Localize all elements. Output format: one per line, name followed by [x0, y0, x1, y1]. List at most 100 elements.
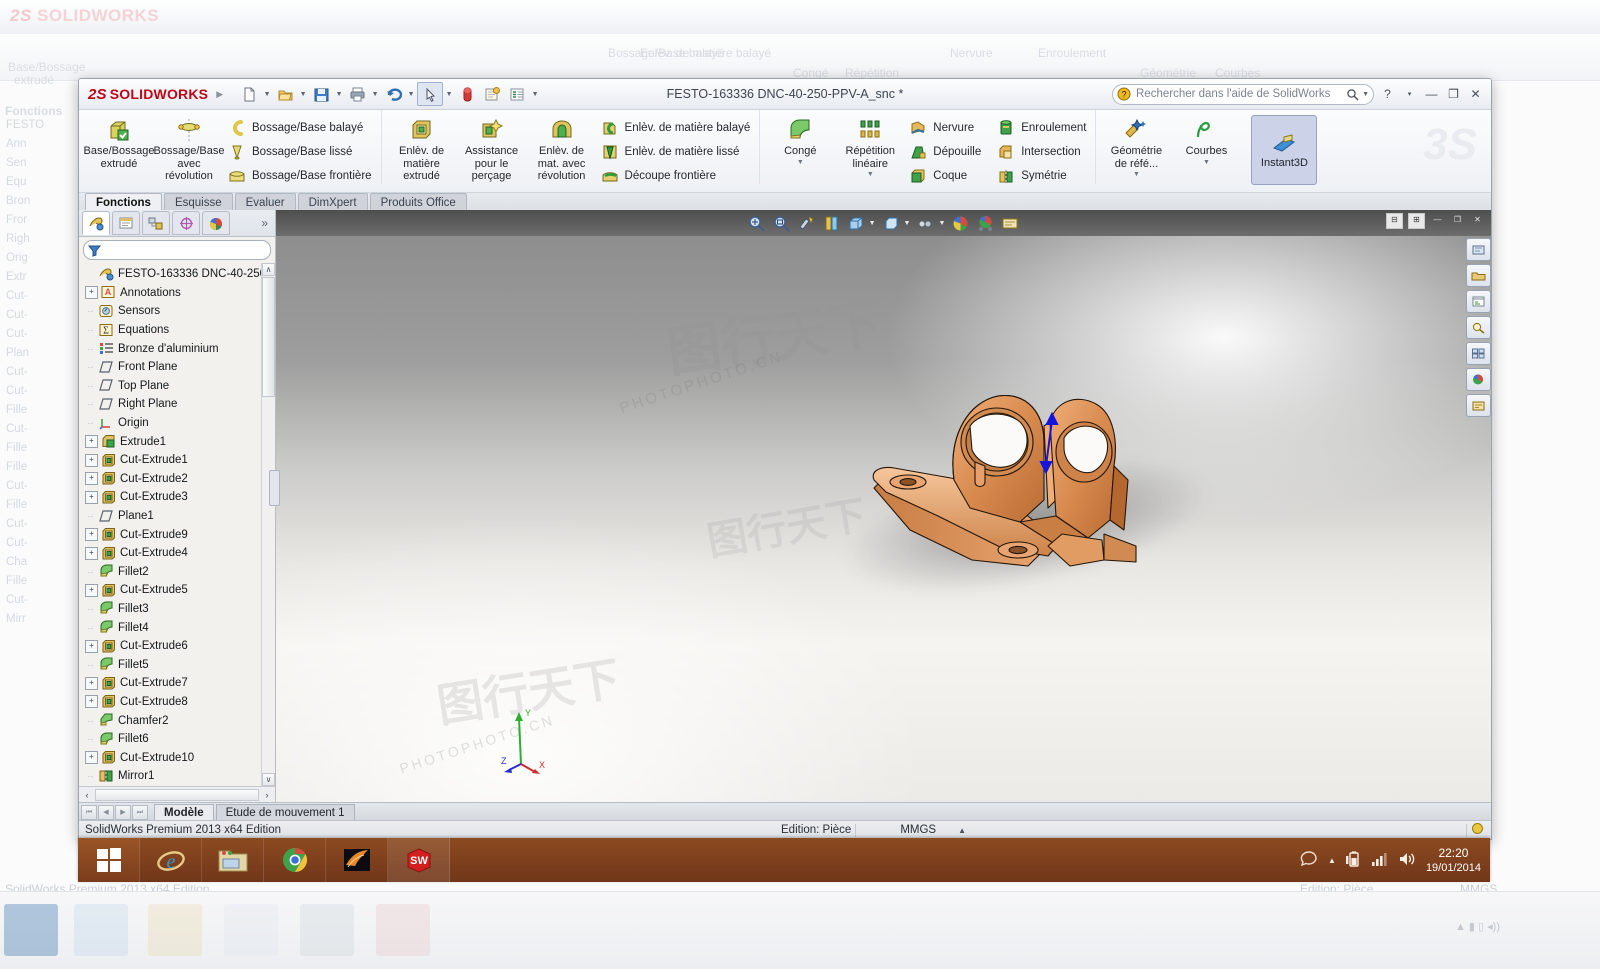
nav-next-button[interactable]: ▶: [115, 804, 131, 820]
feature-tree-scroll-up[interactable]: ∧: [262, 263, 275, 276]
feature-tree-expander[interactable]: +: [85, 751, 98, 765]
instant3d-button[interactable]: Instant3D: [1251, 115, 1318, 185]
boundary-boss-button[interactable]: Bossage/Base frontière: [224, 164, 376, 188]
feature-tree-item[interactable]: + Cut-Extrude4: [79, 544, 275, 563]
restore-button[interactable]: ❐: [1445, 87, 1462, 101]
display-style-caret-icon[interactable]: ▼: [869, 220, 876, 227]
3d-viewport[interactable]: Y X Z 图行天下 PHOTOPHOTO.CN 图行天下 PHOTOPHOTO…: [276, 236, 1491, 803]
feature-manager-more-tabs[interactable]: »: [261, 216, 272, 230]
edit-appearance-caret-icon[interactable]: ▼: [938, 220, 945, 227]
curves-dropdown-icon[interactable]: ▼: [1203, 159, 1210, 166]
feature-tree-item[interactable]: ·· Fillet5: [79, 655, 275, 674]
lofted-boss-button[interactable]: Bossage/Base lissé: [224, 140, 376, 164]
menu-expander-icon[interactable]: ▶: [216, 89, 223, 100]
feature-tree-item[interactable]: + Cut-Extrude5: [79, 581, 275, 600]
feature-tree-item[interactable]: + Cut-Extrude1: [79, 451, 275, 470]
feature-tree-item[interactable]: + Cut-Extrude9: [79, 525, 275, 544]
panel-splitter-handle[interactable]: [269, 470, 280, 506]
view-orientation-icon[interactable]: [822, 214, 841, 233]
zoom-to-area-icon[interactable]: [772, 214, 791, 233]
help-button[interactable]: ?: [1379, 87, 1396, 101]
nav-first-button[interactable]: ⏮: [81, 804, 97, 820]
feature-tree-scrollbar[interactable]: ∧ ∨: [261, 263, 275, 786]
save-icon[interactable]: [309, 83, 333, 105]
linear-pattern-dropdown-icon[interactable]: ▼: [867, 171, 874, 178]
feature-tree-expander[interactable]: +: [85, 695, 98, 709]
search-panel-icon[interactable]: [1465, 316, 1491, 339]
feature-tree-expander[interactable]: +: [85, 435, 98, 449]
feature-tree-item[interactable]: ·· Fillet2: [79, 563, 275, 582]
intersect-button[interactable]: Intersection: [993, 140, 1090, 164]
split-horizontal-icon[interactable]: ⊞: [1408, 213, 1425, 229]
feature-tree-expander[interactable]: +: [85, 490, 98, 504]
hide-show-caret-icon[interactable]: ▼: [904, 220, 911, 227]
feature-manager-tab[interactable]: [82, 211, 110, 235]
feature-tree-item[interactable]: ·· Front Plane: [79, 358, 275, 377]
display-style-icon[interactable]: [847, 214, 866, 233]
feature-tree-item[interactable]: ·· Sensors: [79, 302, 275, 321]
tray-hidden-icons[interactable]: ▲: [1328, 856, 1336, 865]
start-button[interactable]: [78, 838, 140, 882]
draft-button[interactable]: Dépouille: [905, 140, 985, 164]
display-manager-tab[interactable]: [202, 211, 230, 235]
print-caret-icon[interactable]: ▼: [370, 91, 380, 98]
feature-tree-item[interactable]: ·· Origin: [79, 414, 275, 433]
reference-geometry-button[interactable]: Géométrie de réfé... ▼: [1101, 114, 1171, 178]
select-caret-icon[interactable]: ▼: [444, 91, 454, 98]
design-library-icon[interactable]: [1465, 264, 1491, 287]
help-caret-icon[interactable]: ▾: [1401, 90, 1418, 98]
feature-tree-item[interactable]: ·· Fillet4: [79, 618, 275, 637]
feature-tree-item[interactable]: + Cut-Extrude8: [79, 693, 275, 712]
curves-button[interactable]: Courbes ▼: [1171, 114, 1241, 166]
save-caret-icon[interactable]: ▼: [334, 91, 344, 98]
feature-tree-item[interactable]: ·· Plane1: [79, 507, 275, 526]
media-button[interactable]: [326, 838, 388, 882]
feature-tree[interactable]: FESTO-163336 DNC-40-250- + A Annotations ·· S…: [79, 263, 275, 786]
tab-modele[interactable]: Modèle: [154, 803, 214, 821]
tray-network-icon[interactable]: [1370, 850, 1388, 871]
feature-tree-item[interactable]: ·· Bronze d'aluminium: [79, 339, 275, 358]
feature-tree-scroll-right[interactable]: ›: [261, 790, 273, 800]
feature-tree-item[interactable]: + Cut-Extrude6: [79, 637, 275, 656]
feature-tree-expander[interactable]: +: [85, 286, 98, 300]
explorer-button[interactable]: [202, 838, 264, 882]
solidworks-button[interactable]: SW: [388, 838, 450, 882]
feature-tree-item[interactable]: ·· Fillet3: [79, 600, 275, 619]
close-button[interactable]: ✕: [1467, 87, 1484, 101]
minimize-button[interactable]: —: [1423, 87, 1440, 101]
feature-tree-item[interactable]: + A Annotations: [79, 284, 275, 303]
feature-tree-hscroll-thumb[interactable]: [95, 789, 259, 801]
rib-button[interactable]: Nervure: [905, 116, 985, 140]
feature-tree-item[interactable]: + Cut-Extrude10: [79, 748, 275, 767]
edit-appearance-icon[interactable]: [916, 214, 935, 233]
feature-tree-item[interactable]: ·· Right Plane: [79, 395, 275, 414]
chrome-button[interactable]: [264, 838, 326, 882]
wrap-button[interactable]: Enroulement: [993, 116, 1090, 140]
feature-tree-expander[interactable]: +: [85, 639, 98, 653]
feature-tree-scroll-left[interactable]: ‹: [81, 790, 93, 800]
configuration-manager-tab[interactable]: [142, 211, 170, 235]
minimize-view-icon[interactable]: —: [1430, 214, 1445, 228]
sketch-display-icon[interactable]: [1001, 214, 1020, 233]
solidworks-resources-icon[interactable]: [1465, 238, 1491, 261]
feature-tree-expander[interactable]: +: [85, 676, 98, 690]
feature-tree-item[interactable]: FESTO-163336 DNC-40-250-: [79, 265, 275, 284]
feature-tree-expander[interactable]: +: [85, 453, 98, 467]
feature-tree-hscrollbar[interactable]: ‹ ›: [79, 786, 275, 803]
reference-geometry-dropdown-icon[interactable]: ▼: [1133, 171, 1140, 178]
status-units-caret-icon[interactable]: ▲: [958, 826, 966, 835]
split-vertical-icon[interactable]: ⊟: [1386, 213, 1403, 229]
view-settings-icon[interactable]: [976, 214, 995, 233]
custom-properties-icon[interactable]: [1465, 394, 1491, 417]
appearances-scenes-icon[interactable]: [1465, 368, 1491, 391]
customize-icon[interactable]: [505, 83, 529, 105]
feature-tree-item[interactable]: + Cut-Extrude7: [79, 674, 275, 693]
nav-prev-button[interactable]: ◀: [98, 804, 114, 820]
tray-action-center-icon[interactable]: [1299, 850, 1319, 871]
feature-tree-expander[interactable]: +: [85, 528, 98, 542]
feature-tree-item[interactable]: ·· Σ Equations: [79, 321, 275, 340]
feature-tree-item[interactable]: ·· Mirror1: [79, 767, 275, 786]
feature-tree-item[interactable]: + Extrude1: [79, 432, 275, 451]
feature-tree-filter-input[interactable]: [83, 240, 271, 260]
swept-boss-button[interactable]: Bossage/Base balayé: [224, 116, 376, 140]
